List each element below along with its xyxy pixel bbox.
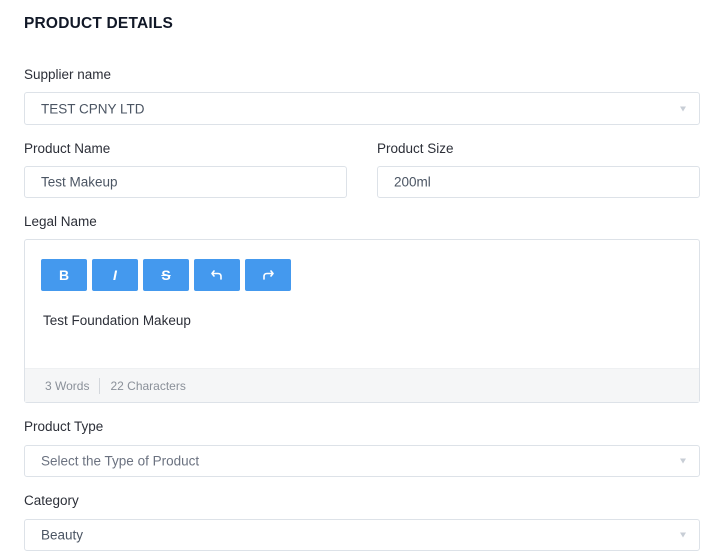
supplier-label: Supplier name — [24, 67, 112, 82]
editor-toolbar: B I S — [41, 259, 291, 291]
product-size-label: Product Size — [377, 141, 454, 156]
bold-icon: B — [58, 267, 70, 283]
product-name-value: Test Makeup — [41, 174, 118, 190]
chevron-down-icon — [680, 532, 686, 538]
category-value: Beauty — [41, 527, 84, 543]
legal-name-editor: B I S Test Foundation Makeup 3 Words 22 … — [24, 239, 700, 403]
product-name-input[interactable]: Test Makeup — [24, 166, 347, 198]
product-type-placeholder: Select the Type of Product — [41, 453, 200, 469]
product-size-input[interactable]: 200ml — [377, 166, 700, 198]
italic-button[interactable]: I — [92, 259, 138, 291]
editor-content[interactable]: Test Foundation Makeup — [43, 313, 191, 328]
product-name-label: Product Name — [24, 141, 111, 156]
supplier-select[interactable]: TEST CPNY LTD — [24, 92, 700, 125]
legal-name-label: Legal Name — [24, 214, 97, 229]
page-title: PRODUCT DETAILS — [24, 15, 174, 32]
strikethrough-icon: S — [161, 267, 171, 283]
product-type-select[interactable]: Select the Type of Product — [24, 445, 700, 477]
undo-button[interactable] — [194, 259, 240, 291]
editor-status-bar: 3 Words 22 Characters — [25, 368, 699, 402]
chevron-down-icon — [680, 458, 686, 464]
undo-icon — [211, 270, 222, 280]
product-size-value: 200ml — [394, 174, 431, 190]
category-select[interactable]: Beauty — [24, 519, 700, 551]
chevron-down-icon — [680, 106, 686, 111]
italic-icon: I — [113, 267, 117, 283]
strikethrough-button[interactable]: S — [143, 259, 189, 291]
product-type-label: Product Type — [24, 419, 104, 434]
redo-icon — [263, 270, 274, 280]
supplier-value: TEST CPNY LTD — [41, 101, 145, 116]
word-count: 3 Words — [25, 377, 101, 394]
category-label: Category — [24, 493, 79, 508]
character-count: 22 Characters — [110, 378, 186, 393]
redo-button[interactable] — [245, 259, 291, 291]
bold-button[interactable]: B — [41, 259, 87, 291]
